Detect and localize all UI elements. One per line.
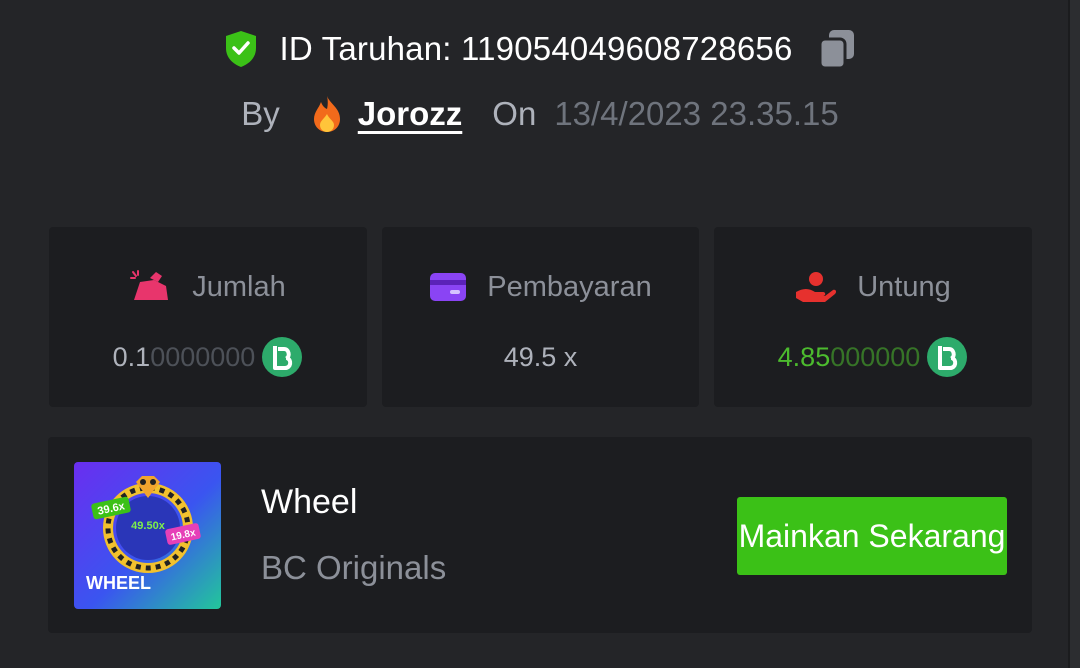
profit-value-main: 4.85 <box>777 341 831 372</box>
profit-value: 4.85 000000 <box>714 335 1032 379</box>
thumb-title: WHEEL <box>86 573 151 593</box>
hand-coin-icon <box>796 272 837 302</box>
game-card: 39.6x 49.50x 19.8x WHEEL Wheel BC Origin… <box>48 437 1032 633</box>
bet-id-text: ID Taruhan: 119054049608728656 <box>279 30 793 67</box>
game-thumbnail[interactable]: 39.6x 49.50x 19.8x WHEEL <box>74 462 221 609</box>
amount-value-main: 0.1 <box>112 341 151 372</box>
thumb-tag-center: 49.50x <box>131 520 166 532</box>
money-bag-icon <box>130 270 169 300</box>
payout-header: Pembayaran <box>382 267 699 307</box>
amount-value: 0.1 0000000 <box>49 335 367 379</box>
fire-icon <box>313 96 340 132</box>
bet-id-row: ID Taruhan: 119054049608728656 <box>0 26 1080 72</box>
amount-label: Jumlah <box>192 270 286 303</box>
by-label: By <box>241 95 280 132</box>
game-provider: BC Originals <box>261 549 447 586</box>
amount-card: Jumlah 0.1 0000000 <box>49 227 367 407</box>
amount-header: Jumlah <box>49 267 367 307</box>
shield-check-icon <box>226 31 257 67</box>
payout-card: Pembayaran 49.5 x <box>382 227 699 407</box>
game-name[interactable]: Wheel <box>261 483 357 522</box>
amount-value-dim: 0000000 <box>150 341 256 372</box>
payout-value: 49.5 x <box>503 341 578 372</box>
copy-icon[interactable] <box>817 27 857 71</box>
payout-label: Pembayaran <box>487 270 652 303</box>
wheel-game-image: 39.6x 49.50x 19.8x WHEEL <box>74 462 221 609</box>
card-icon <box>430 273 467 301</box>
play-now-button[interactable]: Mainkan Sekarang <box>737 497 1007 575</box>
profit-card: Untung 4.85 000000 <box>714 227 1032 407</box>
profit-header: Untung <box>714 267 1032 307</box>
bet-timestamp: 13/4/2023 23.35.15 <box>554 95 839 132</box>
on-label: On <box>492 95 537 132</box>
bc-coin-icon <box>262 337 303 377</box>
profit-value-dim: 000000 <box>830 341 921 372</box>
user-link[interactable]: Jorozz <box>310 94 463 134</box>
bc-coin-icon <box>927 337 968 377</box>
username[interactable]: Jorozz <box>358 95 463 133</box>
profit-label: Untung <box>857 270 951 303</box>
bet-meta-row: By Jorozz On 13/4/2023 23.35.15 <box>0 90 1080 138</box>
